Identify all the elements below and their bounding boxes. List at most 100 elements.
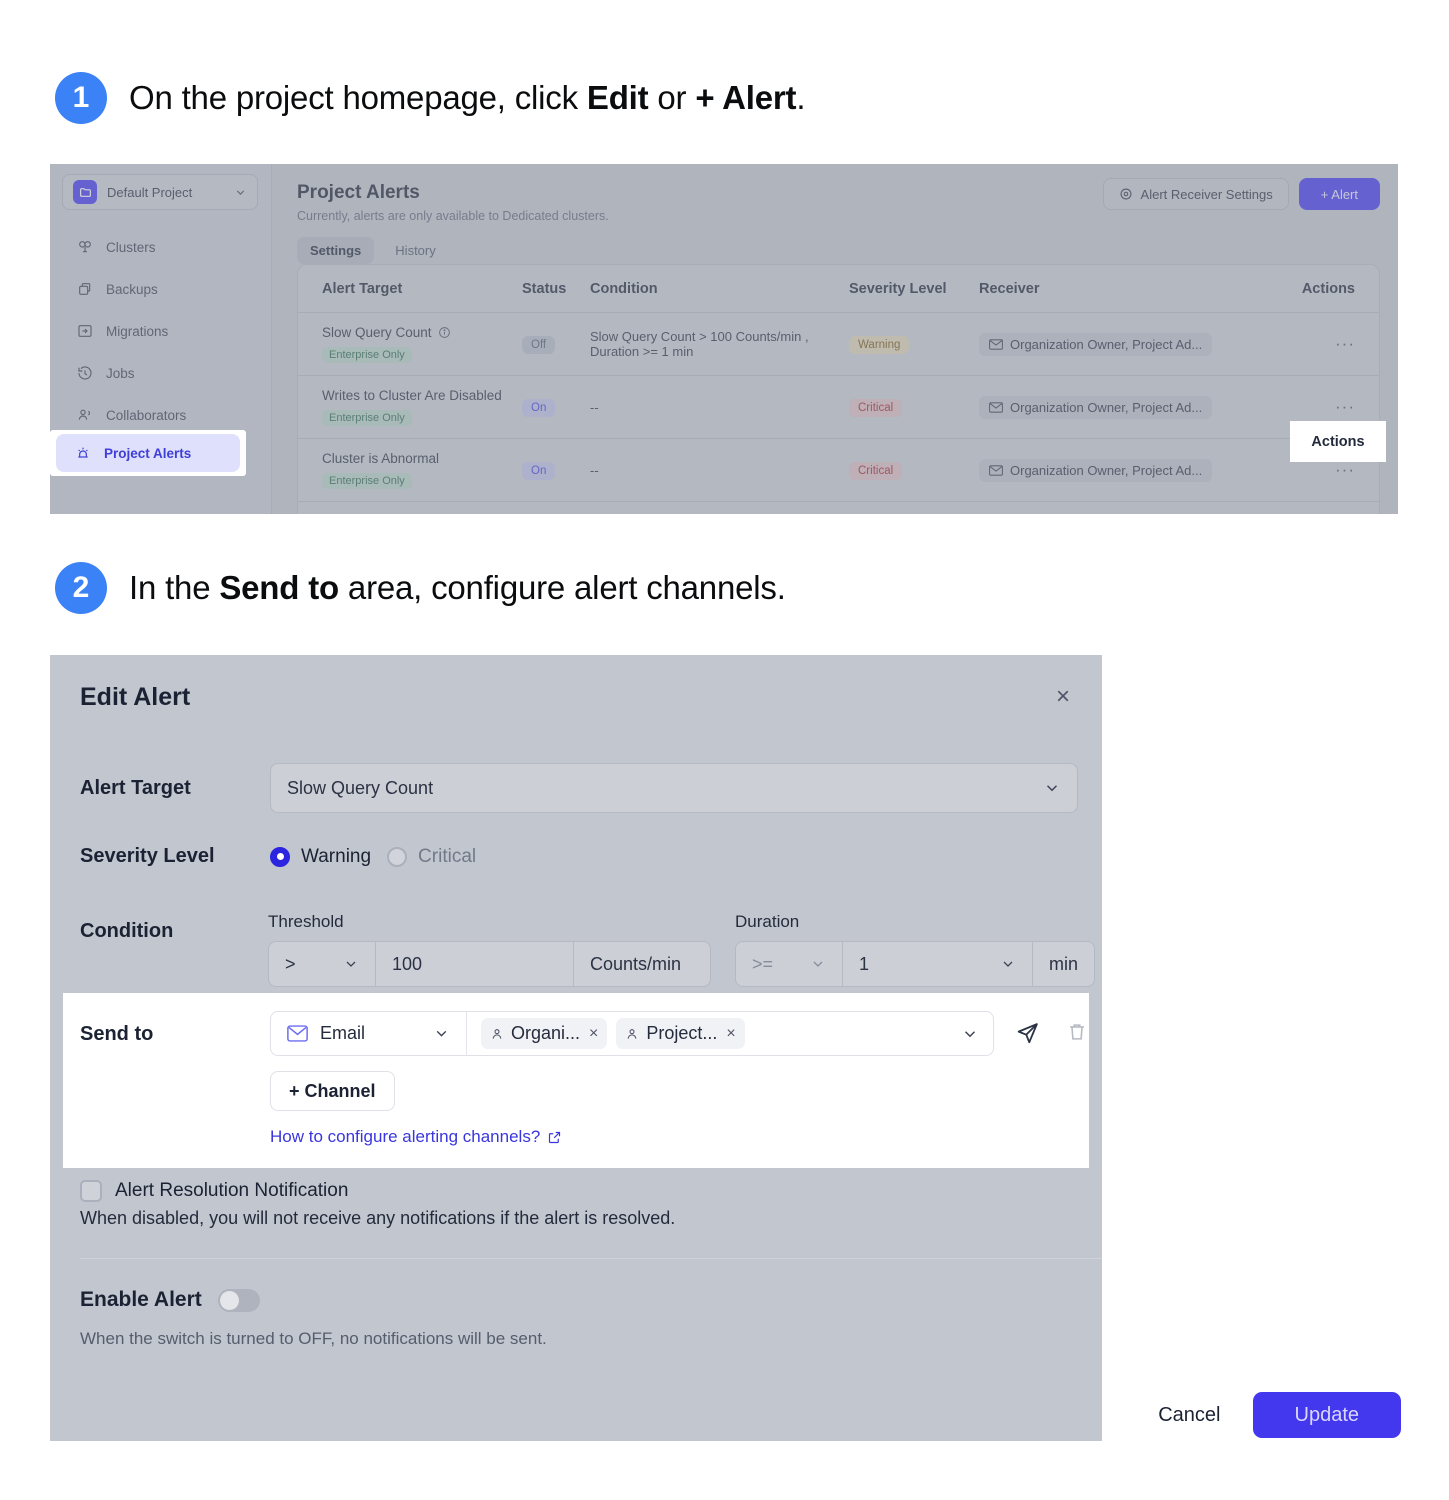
enable-alert-toggle[interactable]	[217, 1288, 260, 1312]
tab-settings[interactable]: Settings	[297, 237, 375, 264]
cell-alert-target: Slow Query Count Enterprise Only	[322, 325, 522, 363]
alert-resolution-checkbox[interactable]	[80, 1180, 102, 1202]
severity-badge: Warning	[849, 335, 910, 354]
recipient-tag-label: Project...	[646, 1023, 718, 1043]
cell-receiver: Organization Owner, Project Ad...	[979, 332, 1269, 356]
project-selector[interactable]: Default Project	[62, 174, 258, 210]
threshold-operator-select[interactable]: >	[268, 941, 376, 987]
cell-condition: --	[590, 399, 599, 415]
severity-level-label: Severity Level	[80, 845, 215, 867]
alert-receiver-settings-label: Alert Receiver Settings	[1140, 186, 1273, 202]
sidebar-item-label: Migrations	[106, 323, 169, 339]
table-row[interactable]: Slow Query Count Enterprise Only Off Slo…	[298, 313, 1379, 376]
step-1-prefix: On the project homepage, click	[129, 79, 587, 116]
info-icon[interactable]	[438, 326, 451, 339]
row-actions-button[interactable]: ···	[1269, 460, 1355, 480]
alert-target-name: Cluster is Abnormal	[322, 451, 440, 466]
sidebar-item-label: Project Alerts	[104, 445, 192, 461]
alert-receiver-settings-button[interactable]: Alert Receiver Settings	[1102, 178, 1289, 210]
col-header-receiver: Receiver	[979, 280, 1040, 297]
channel-type-select[interactable]: Email	[271, 1012, 467, 1055]
tab-history[interactable]: History	[382, 237, 448, 264]
cell-status: On	[522, 398, 590, 417]
clusters-icon	[76, 239, 93, 256]
alert-resolution-label: Alert Resolution Notification	[115, 1180, 349, 1201]
enterprise-only-badge: Enterprise Only	[322, 410, 412, 426]
duration-operator-select[interactable]: >=	[735, 941, 843, 987]
chevron-down-icon	[810, 956, 826, 972]
row-actions-button[interactable]: ···	[1269, 397, 1355, 417]
radio-critical[interactable]: Critical	[387, 846, 476, 868]
toggle-knob	[219, 1290, 239, 1310]
sidebar-item-jobs[interactable]: Jobs	[58, 352, 263, 394]
sidebar-item-clusters[interactable]: Clusters	[58, 226, 263, 268]
table-row[interactable]: Cluster is Abnormal Enterprise Only On -…	[298, 439, 1379, 502]
step-1-bold-edit: Edit	[586, 79, 649, 116]
remove-tag-icon[interactable]: ×	[726, 1025, 735, 1043]
enable-alert-label: Enable Alert	[80, 1288, 202, 1311]
add-channel-label: + Channel	[289, 1080, 376, 1101]
recipient-tag[interactable]: Organi... ×	[481, 1018, 608, 1049]
envelope-icon	[989, 338, 1003, 350]
header-actions: Alert Receiver Settings + Alert	[1102, 178, 1380, 210]
threshold-value-input[interactable]: 100	[376, 941, 574, 987]
update-button[interactable]: Update	[1252, 1392, 1401, 1438]
sidebar-item-backups[interactable]: Backups	[58, 268, 263, 310]
sidebar-item-label: Backups	[106, 281, 158, 297]
threshold-operator-value: >	[285, 953, 296, 974]
trash-icon[interactable]	[1066, 1021, 1088, 1043]
col-header-status: Status	[522, 280, 567, 297]
send-to-label: Send to	[80, 1023, 154, 1045]
enterprise-only-badge: Enterprise Only	[322, 473, 412, 489]
radio-warning[interactable]: Warning	[270, 846, 371, 868]
receiver-label: Organization Owner, Project Ad...	[1010, 462, 1203, 478]
alerting-channels-help-link[interactable]: How to configure alerting channels?	[270, 1127, 562, 1147]
cancel-button[interactable]: Cancel	[1148, 1396, 1230, 1435]
table-row[interactable]: Writes to Cluster Are Disabled Enterpris…	[298, 376, 1379, 439]
row-actions-button[interactable]: ···	[1269, 334, 1355, 354]
recipient-tags[interactable]: Organi... × Project... ×	[467, 1012, 961, 1055]
send-to-section-highlight: Send to Email Organi... × Project... × +…	[63, 993, 1089, 1168]
migrations-icon	[76, 323, 93, 340]
duration-label: Duration	[735, 912, 800, 931]
recipients-dropdown-toggle[interactable]	[961, 1012, 993, 1055]
help-link-label: How to configure alerting channels?	[270, 1127, 541, 1146]
alert-target-select[interactable]: Slow Query Count	[270, 763, 1078, 813]
add-channel-button[interactable]: + Channel	[270, 1071, 395, 1111]
send-plane-icon[interactable]	[1015, 1021, 1040, 1046]
tab-bar: Settings History	[297, 237, 1380, 264]
duration-unit: min	[1033, 941, 1095, 987]
cell-receiver: Organization Owner, Project Ad...	[979, 458, 1269, 482]
duration-value-select[interactable]: 1	[843, 941, 1033, 987]
alert-target-label: Alert Target	[80, 776, 191, 799]
duration-operator-value: >=	[752, 953, 774, 974]
sidebar-item-migrations[interactable]: Migrations	[58, 310, 263, 352]
jobs-icon	[76, 365, 93, 382]
user-icon	[490, 1027, 504, 1041]
threshold-label: Threshold	[268, 912, 344, 931]
alert-resolution-row[interactable]: Alert Resolution Notification	[80, 1180, 348, 1202]
email-icon	[287, 1025, 308, 1042]
step-1-mid: or	[648, 79, 696, 116]
threshold-unit-value: Counts/min	[590, 953, 682, 974]
radio-critical-label: Critical	[418, 845, 477, 867]
add-alert-button[interactable]: + Alert	[1298, 178, 1380, 210]
field-severity-level: Severity Level Warning Critical	[80, 845, 1078, 868]
col-header-actions: Actions	[1301, 280, 1355, 297]
remove-tag-icon[interactable]: ×	[589, 1025, 598, 1043]
radio-selected-icon	[270, 846, 290, 867]
sidebar-item-project-alerts[interactable]: Project Alerts	[56, 434, 240, 472]
col-header-severity-level: Severity Level	[849, 280, 947, 297]
severity-badge: Critical	[849, 461, 903, 480]
chevron-down-icon	[433, 1025, 450, 1042]
condition-label: Condition	[80, 920, 174, 942]
enterprise-only-badge: Enterprise Only	[322, 347, 412, 363]
chevron-down-icon	[1043, 779, 1061, 797]
step-2-prefix: In the	[129, 569, 220, 606]
close-icon[interactable]: ×	[1056, 685, 1070, 709]
recipient-tag[interactable]: Project... ×	[616, 1018, 745, 1049]
step-1-heading: 1 On the project homepage, click Edit or…	[55, 72, 805, 124]
table-header-row: Alert Target Status Condition Severity L…	[298, 265, 1379, 313]
page-subtitle: Currently, alerts are only available to …	[297, 209, 609, 223]
step-1-badge: 1	[55, 72, 107, 124]
